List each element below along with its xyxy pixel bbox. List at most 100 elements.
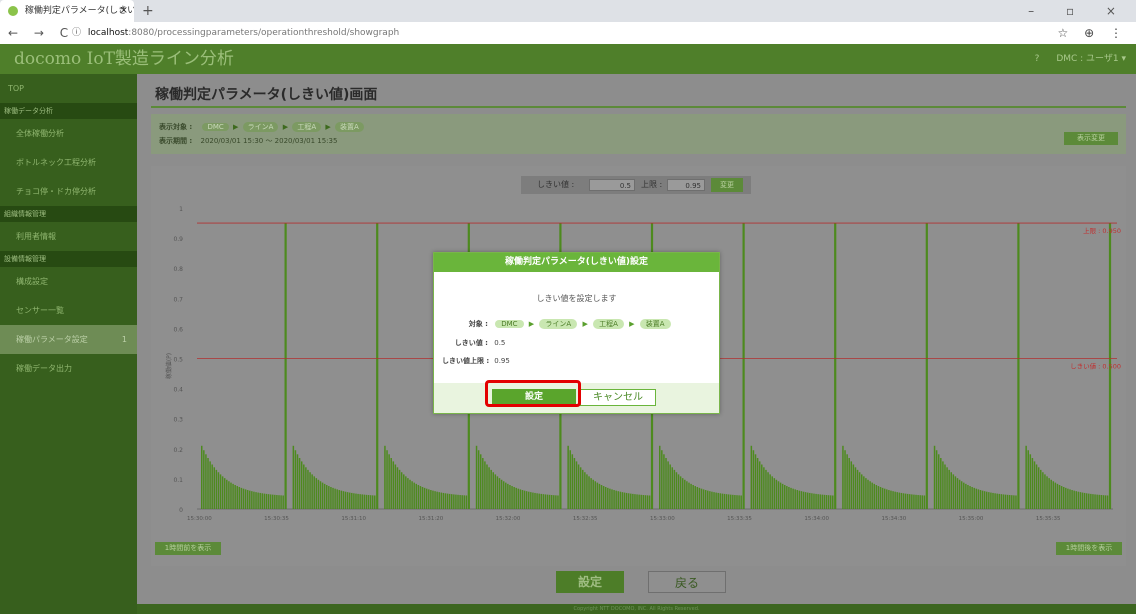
chart-bar [825,495,828,509]
chart-bar [1069,489,1071,509]
user-menu[interactable]: ? DMC : ユーザ1 ▾ [1035,44,1126,74]
next-hour-button[interactable]: 1時間後を表示 [1056,542,1122,555]
sidebar-item-export[interactable]: 稼働データ出力 [0,354,137,383]
chart-bar [967,485,969,509]
chart-bar [584,472,586,509]
chart-bar [1031,458,1034,509]
chart-bar [534,492,536,509]
chart-bar [956,478,959,509]
chart-peak-bar [284,223,287,510]
chart-bar [894,491,896,509]
chart-bar [960,481,963,509]
chart-bar [777,481,780,509]
chart-bar [402,474,405,509]
chart-bar [700,488,703,509]
chart-bar [690,483,692,509]
chart-bar [1002,494,1005,509]
sidebar-item-sensors[interactable]: センサー一覧 [0,296,137,325]
sidebar-item-top[interactable]: TOP [0,74,137,103]
window-controls[interactable]: – ▫ × [1028,0,1130,22]
y-tick-label: 0.1 [173,477,183,484]
tab-title: 稼働判定パラメータ(しきい値)画面 [24,6,134,16]
chart-bar [858,472,861,509]
threshold-input[interactable]: 0.5 [589,179,635,191]
chart-bar [226,479,228,509]
chart-bar [336,489,338,509]
chart-bar [269,494,272,509]
sidebar-item-users[interactable]: 利用者情報 [0,222,137,251]
chart-bar [1027,450,1029,509]
chart-bar [829,495,832,509]
modal-cancel-button[interactable]: キャンセル [580,389,656,406]
chart-bar [702,489,705,509]
chart-bar [457,494,459,509]
display-change-button[interactable]: 表示変更 [1064,132,1118,145]
chart-bar [215,469,218,509]
chart-bar [794,489,796,509]
chart-bar [815,493,817,509]
page-title: 稼働判定パラメータ(しきい値)画面 [155,87,378,103]
chart-bar [1042,472,1044,509]
arrow-icon: ▶ [233,123,239,131]
chart-bar [388,454,390,509]
period-label: 表示期間 : [159,137,193,145]
chart-bar [538,493,540,509]
chart-bar [419,486,422,509]
chart-bar [994,493,996,509]
path-chip: 装置A [334,122,364,132]
chart-bar [844,450,846,509]
chart-bar [298,458,301,509]
sidebar-item-bottleneck[interactable]: ボトルネック工程分析 [0,148,137,177]
chart-bar [475,445,478,509]
tab-close-icon[interactable]: × [120,0,128,22]
nav-buttons[interactable]: ← → C [8,22,74,44]
chart-bar [321,482,324,509]
chart-bar [326,485,328,509]
sidebar-item-parameters[interactable]: 稼働パラメータ設定 1 [0,325,137,354]
upper-input[interactable]: 0.95 [667,179,705,191]
chart-bar [369,495,372,509]
chart-bar [432,490,434,509]
chart-bar [977,489,980,509]
chart-bar [553,495,555,509]
chart-bar [1090,493,1092,509]
chart-bar [790,487,792,509]
chart-bar [484,461,486,509]
set-button[interactable]: 設定 [556,571,624,593]
chart-bar [992,492,994,509]
chart-bar [1050,479,1052,509]
chart-bar [517,488,520,509]
chart-bar [879,486,882,509]
app-brand[interactable]: docomo IoT製造ライン分析 [14,44,234,74]
sidebar-item-overall[interactable]: 全体稼働分析 [0,119,137,148]
browser-actions[interactable]: ☆ ⊕ ⋮ [1058,22,1128,44]
chart-bar [513,486,515,509]
chart-bar [765,469,767,509]
info-icon[interactable]: ⓘ [72,28,81,38]
chart-bar [409,479,411,509]
chart-bar [573,458,576,509]
chart-bar [875,485,878,509]
chart-bar [367,495,370,509]
chart-bar [577,464,580,509]
help-icon[interactable]: ? [1035,54,1040,64]
chart-bar [904,493,907,509]
chart-bar [263,493,266,509]
user-name[interactable]: DMC : ユーザ1 ▾ [1056,54,1126,64]
chart-bar [754,454,757,509]
arrow-icon: ▶ [282,123,289,131]
chart-bar [915,494,917,509]
chart-bar [417,485,420,509]
apply-button[interactable]: 変更 [711,178,743,192]
prev-hour-button[interactable]: 1時間前を表示 [155,542,221,555]
url-field[interactable]: ⓘ localhost:8080/processingparameters/op… [72,22,399,44]
sidebar-item-config[interactable]: 構成設定 [0,267,137,296]
sidebar-item-stoppage[interactable]: チョコ停・ドカ停分析 [0,177,137,206]
chart-bar [205,454,207,509]
new-tab-button[interactable]: + [142,0,154,22]
back-button[interactable]: 戻る [648,571,726,593]
highlight-box [485,380,581,407]
browser-tab[interactable]: 稼働判定パラメータ(しきい値)画面 × [0,0,134,22]
chart-bar [346,492,349,509]
chart-bar [1011,495,1013,509]
